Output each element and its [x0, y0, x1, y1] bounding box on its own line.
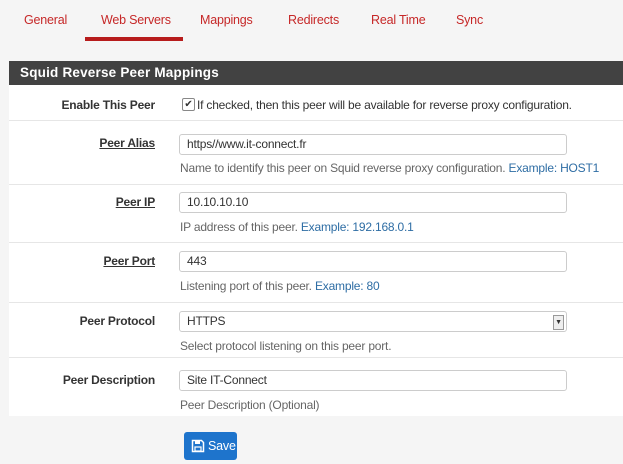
protocol-help: Select protocol listening on this peer p… — [180, 339, 392, 353]
enable-text: If checked, then this peer will be avail… — [197, 98, 572, 112]
alias-help: Name to identify this peer on Squid reve… — [180, 161, 600, 175]
description-input[interactable]: Site IT-Connect — [179, 370, 567, 391]
ip-label: Peer IP — [115, 195, 155, 209]
ip-help: IP address of this peer. Example: 192.16… — [180, 220, 414, 234]
ip-example: Example: 192.168.0.1 — [300, 220, 414, 234]
divider — [9, 242, 623, 243]
enable-label: Enable This Peer — [61, 98, 155, 112]
active-tab-indicator — [85, 37, 183, 41]
divider — [9, 302, 623, 303]
port-input[interactable]: 443 — [179, 251, 567, 272]
tab-web-servers[interactable]: Web Servers — [101, 13, 171, 27]
port-label: Peer Port — [103, 254, 155, 268]
port-help: Listening port of this peer. Example: 80 — [180, 279, 380, 293]
description-help: Peer Description (Optional) — [180, 398, 320, 412]
divider — [9, 184, 623, 185]
chevron-down-icon: ▼ — [553, 315, 564, 330]
tab-redirects[interactable]: Redirects — [288, 13, 339, 27]
alias-input[interactable]: https//www.it-connect.fr — [179, 134, 567, 155]
divider — [9, 120, 623, 121]
tab-real-time[interactable]: Real Time — [371, 13, 426, 27]
protocol-label: Peer Protocol — [79, 314, 156, 328]
save-icon — [191, 439, 205, 453]
protocol-select[interactable]: HTTPS ▼ — [179, 311, 567, 332]
description-label: Peer Description — [62, 373, 155, 387]
alias-example: Example: HOST1 — [508, 161, 600, 175]
divider — [9, 357, 623, 358]
ip-input[interactable]: 10.10.10.10 — [179, 192, 567, 213]
tab-general[interactable]: General — [24, 13, 67, 27]
alias-label: Peer Alias — [99, 136, 155, 150]
tab-mappings[interactable]: Mappings — [200, 13, 253, 27]
panel-title: Squid Reverse Peer Mappings — [9, 61, 623, 85]
save-button[interactable]: Save — [184, 432, 237, 460]
tab-sync[interactable]: Sync — [456, 13, 483, 27]
port-example: Example: 80 — [314, 279, 380, 293]
enable-checkbox[interactable]: ✔ — [182, 98, 195, 111]
